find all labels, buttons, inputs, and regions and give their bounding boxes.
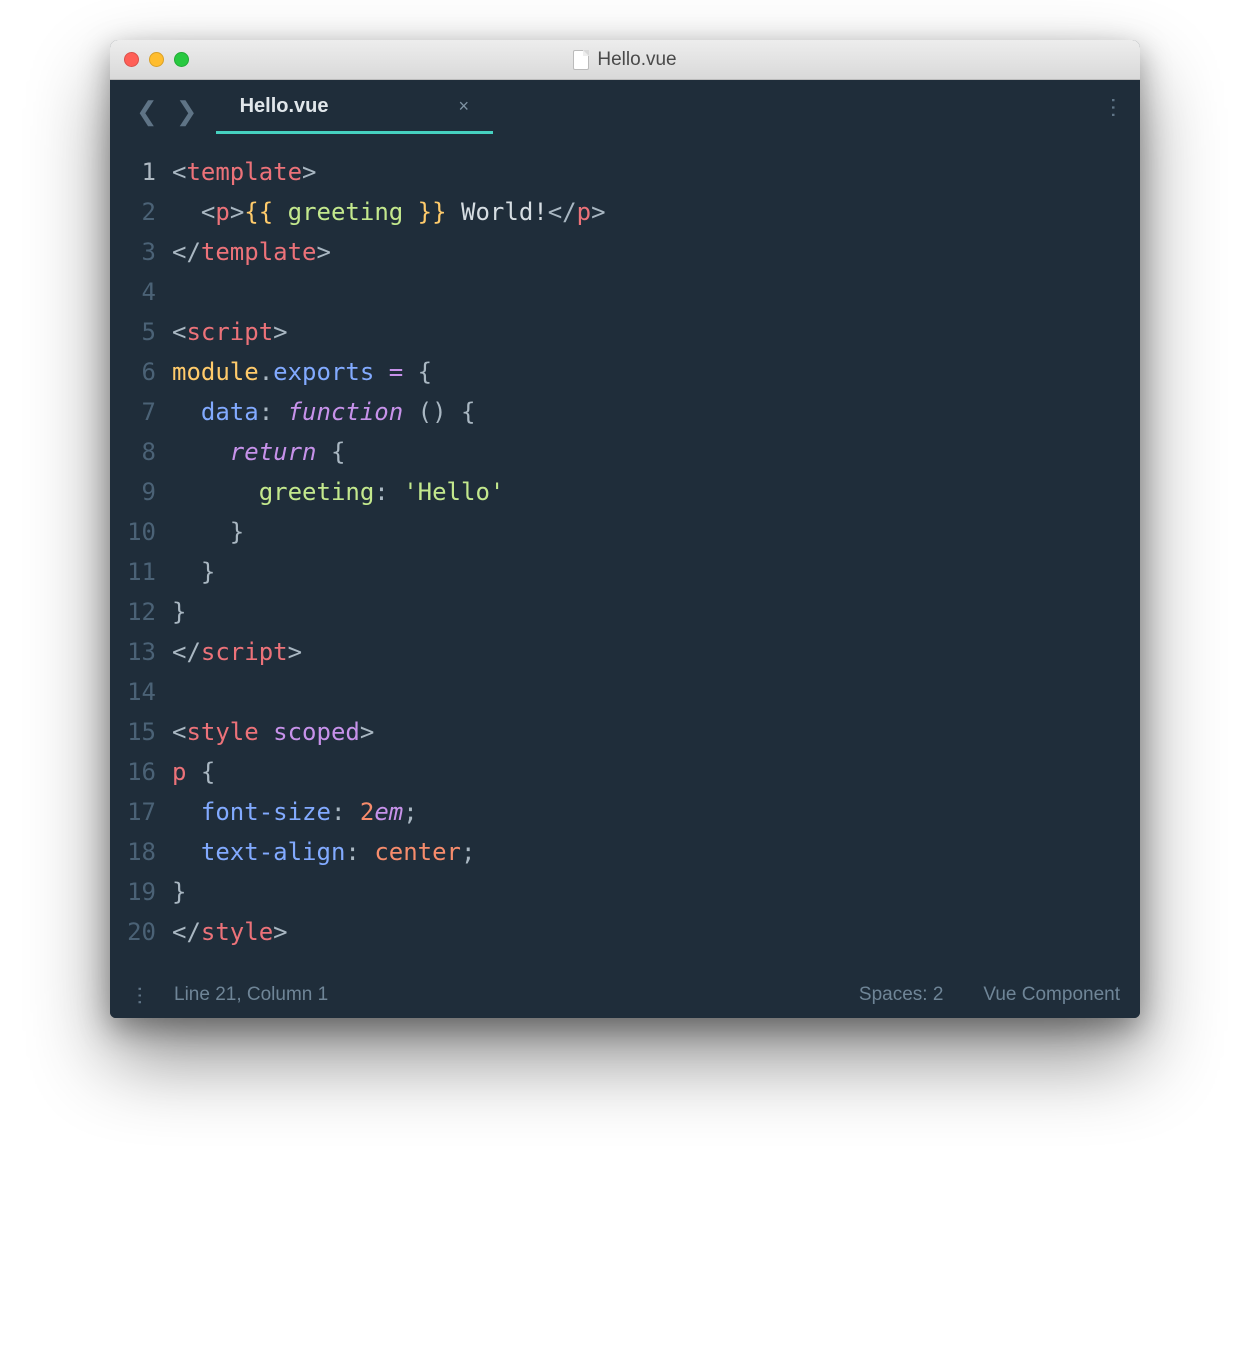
nav-forward-icon[interactable]: ❯ [176,98,198,124]
code-line[interactable]: p { [172,752,1120,792]
close-window-button[interactable] [124,52,139,67]
line-number[interactable]: 19 [110,872,156,912]
tab-active-indicator [216,131,493,134]
code-line[interactable]: module.exports = { [172,352,1120,392]
status-bar: ⋯ Line 21, Column 1 Spaces: 2 Vue Compon… [110,972,1140,1018]
more-menu-icon[interactable]: ⋯ [1101,97,1127,126]
line-number[interactable]: 15 [110,712,156,752]
code-line[interactable]: font-size: 2em; [172,792,1120,832]
code-line[interactable] [172,272,1120,312]
tab-label: Hello.vue [240,95,329,118]
file-icon [573,50,589,70]
line-number[interactable]: 6 [110,352,156,392]
code-line[interactable]: data: function () { [172,392,1120,432]
code-line[interactable]: } [172,872,1120,912]
line-number[interactable]: 3 [110,232,156,272]
code-line[interactable]: <template> [172,152,1120,192]
code-line[interactable]: } [172,512,1120,552]
line-number[interactable]: 17 [110,792,156,832]
code-line[interactable] [172,672,1120,712]
code-line[interactable]: } [172,552,1120,592]
editor: ❮ ❯ Hello.vue × ⋯ 1234567891011121314151… [110,80,1140,1018]
window-title-text: Hello.vue [597,49,676,71]
nav-back-icon[interactable]: ❮ [136,98,158,124]
line-number[interactable]: 8 [110,432,156,472]
tab-close-icon[interactable]: × [459,96,470,117]
code-line[interactable]: text-align: center; [172,832,1120,872]
line-number[interactable]: 14 [110,672,156,712]
tab-bar: ❮ ❯ Hello.vue × ⋯ [110,80,1140,142]
window-title: Hello.vue [110,49,1140,71]
line-number[interactable]: 10 [110,512,156,552]
line-number[interactable]: 11 [110,552,156,592]
line-number[interactable]: 13 [110,632,156,672]
editor-window: Hello.vue ❮ ❯ Hello.vue × ⋯ 123456789101… [110,40,1140,1018]
code-line[interactable]: </style> [172,912,1120,952]
code-line[interactable]: return { [172,432,1120,472]
status-syntax[interactable]: Vue Component [983,984,1120,1006]
code-line[interactable]: } [172,592,1120,632]
line-number[interactable]: 12 [110,592,156,632]
zoom-window-button[interactable] [174,52,189,67]
code-line[interactable]: <style scoped> [172,712,1120,752]
line-number[interactable]: 20 [110,912,156,952]
line-number[interactable]: 4 [110,272,156,312]
code-line[interactable]: <p>{{ greeting }} World!</p> [172,192,1120,232]
code-line[interactable]: greeting: 'Hello' [172,472,1120,512]
nav-arrows: ❮ ❯ [136,98,198,124]
minimize-window-button[interactable] [149,52,164,67]
status-indentation[interactable]: Spaces: 2 [859,984,944,1006]
line-number[interactable]: 9 [110,472,156,512]
line-number[interactable]: 5 [110,312,156,352]
code-editor[interactable]: 1234567891011121314151617181920 <templat… [110,142,1140,972]
code-line[interactable]: </script> [172,632,1120,672]
tab-file[interactable]: Hello.vue × [216,95,493,128]
code-line[interactable]: </template> [172,232,1120,272]
line-number[interactable]: 16 [110,752,156,792]
line-number[interactable]: 18 [110,832,156,872]
line-number[interactable]: 7 [110,392,156,432]
status-cursor-position[interactable]: Line 21, Column 1 [174,984,328,1006]
line-number[interactable]: 1 [110,152,156,192]
status-menu-icon[interactable]: ⋯ [128,985,153,1005]
line-number-gutter[interactable]: 1234567891011121314151617181920 [110,152,172,952]
code-line[interactable]: <script> [172,312,1120,352]
traffic-lights [124,52,189,67]
code-content[interactable]: <template> <p>{{ greeting }} World!</p><… [172,152,1140,952]
line-number[interactable]: 2 [110,192,156,232]
titlebar[interactable]: Hello.vue [110,40,1140,80]
